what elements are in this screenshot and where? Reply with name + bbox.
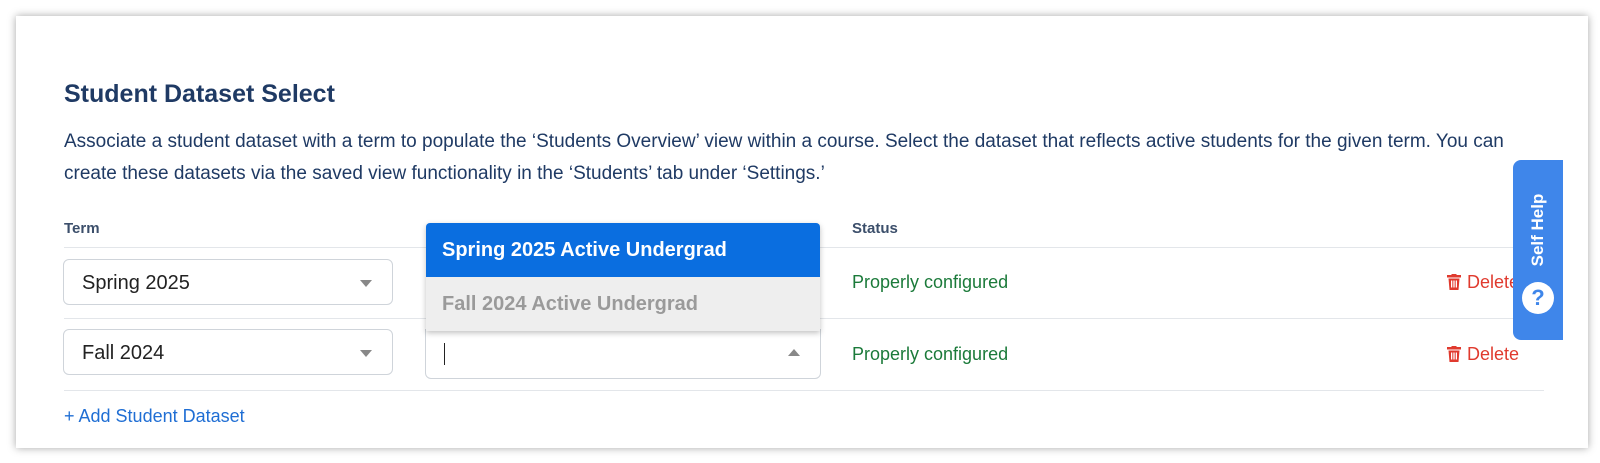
row-divider — [64, 390, 1544, 391]
trash-icon — [1447, 274, 1461, 290]
term-select-value: Fall 2024 — [82, 342, 165, 364]
add-student-dataset-link[interactable]: + Add Student Dataset — [64, 406, 245, 427]
text-cursor — [444, 343, 445, 365]
chevron-down-icon — [360, 350, 372, 357]
question-icon: ? — [1522, 282, 1554, 314]
self-help-label: Self Help — [1528, 193, 1547, 267]
term-select-row-2[interactable]: Fall 2024 — [63, 329, 393, 375]
status-text-row-1: Properly configured — [852, 272, 1009, 292]
dropdown-option-fall-2024[interactable]: Fall 2024 Active Undergrad — [426, 277, 820, 331]
dataset-settings-card: Student Dataset Select Associate a stude… — [16, 16, 1588, 448]
dataset-select-input[interactable] — [425, 329, 821, 379]
status-text-row-2: Properly configured — [852, 344, 1009, 364]
chevron-up-icon — [788, 349, 800, 356]
section-title: Student Dataset Select — [64, 80, 335, 108]
delete-button-row-1[interactable]: Delete — [1447, 272, 1519, 293]
chevron-down-icon — [360, 280, 372, 287]
self-help-tab[interactable]: Self Help ? — [1513, 160, 1563, 340]
delete-button-row-2[interactable]: Delete — [1447, 344, 1519, 365]
trash-icon — [1447, 346, 1461, 362]
term-select-row-1[interactable]: Spring 2025 — [63, 259, 393, 305]
delete-label: Delete — [1467, 272, 1520, 292]
dataset-dropdown-menu: Spring 2025 Active Undergrad Fall 2024 A… — [426, 223, 820, 331]
status-column-header: Status — [852, 220, 898, 237]
delete-label: Delete — [1467, 344, 1520, 364]
term-column-header: Term — [64, 220, 100, 237]
section-description: Associate a student dataset with a term … — [64, 131, 1504, 184]
term-select-value: Spring 2025 — [82, 272, 190, 294]
dropdown-option-spring-2025[interactable]: Spring 2025 Active Undergrad — [426, 223, 820, 277]
